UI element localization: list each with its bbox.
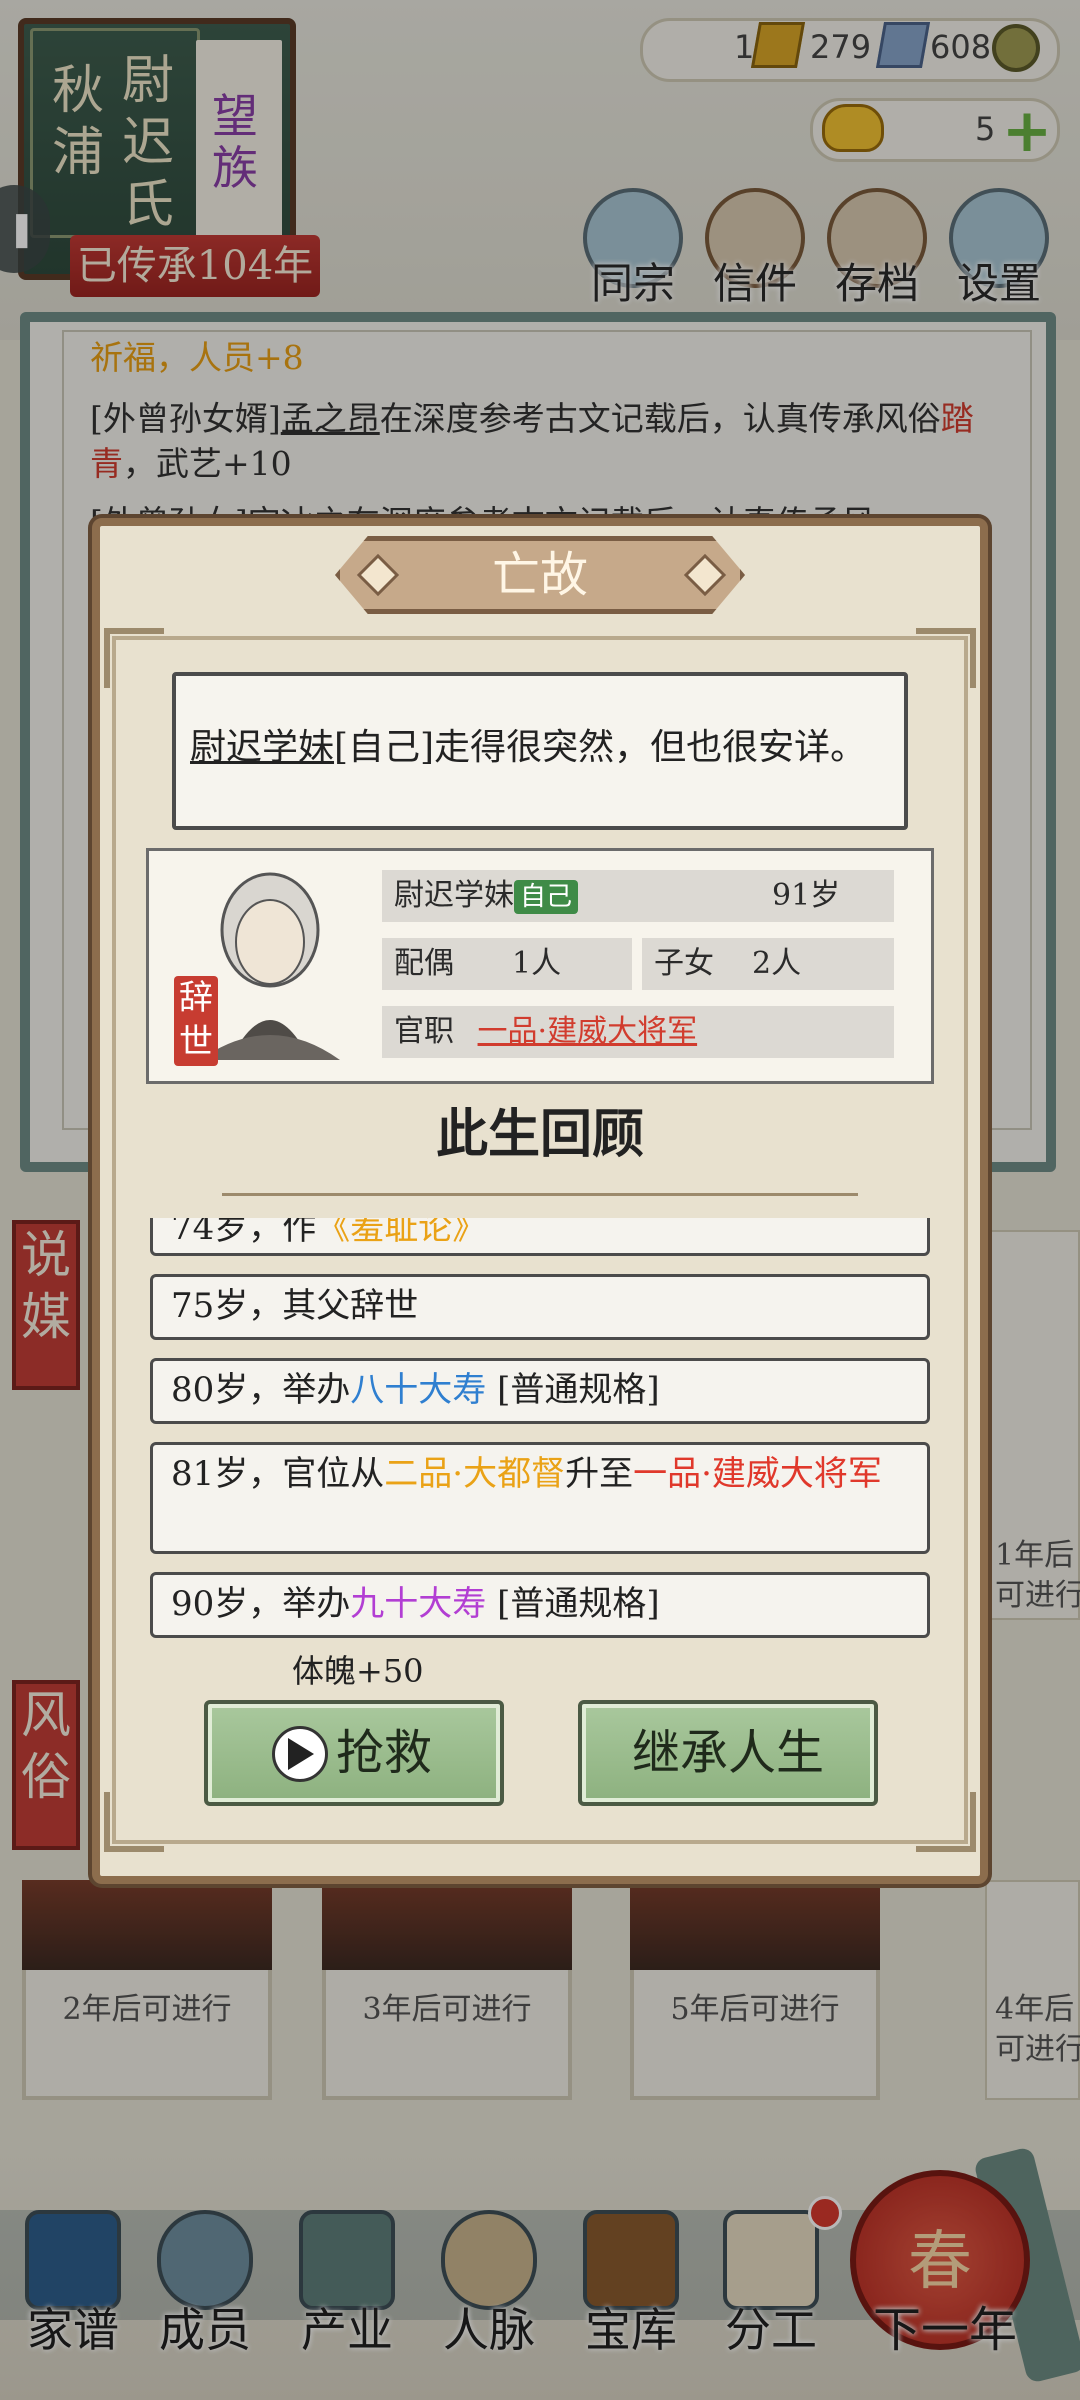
frame-corner	[104, 628, 164, 688]
spouse-label: 配偶	[394, 946, 454, 981]
children-label: 子女	[654, 946, 714, 981]
event-highlight: 八十大寿	[350, 1370, 487, 1410]
life-event-item: 81岁，官位从二品·大都督升至一品·建威大将军	[150, 1442, 930, 1554]
frame-corner	[916, 1792, 976, 1852]
self-tag: 自己	[514, 880, 579, 914]
profile-name: 尉迟学妹	[394, 878, 514, 913]
deceased-name-link[interactable]: 尉迟学妹	[190, 727, 334, 768]
attribute-bonus: 体魄+50	[292, 1652, 424, 1690]
life-event-item: 80岁，举办八十大寿 [普通规格]	[150, 1358, 930, 1424]
profile-name-row: 尉迟学妹 自己 91岁	[382, 870, 894, 922]
event-text: 81岁，官位从	[171, 1454, 385, 1494]
event-text: 80岁，举办	[171, 1370, 351, 1410]
frame-corner	[104, 1792, 164, 1852]
life-event-item: 74岁，作《羞耻论》	[150, 1218, 930, 1256]
office-row: 官职 一品·建威大将军	[382, 1006, 894, 1058]
event-highlight: 《羞耻论》	[316, 1218, 487, 1248]
inherit-life-label: 继承人生	[631, 1725, 824, 1781]
office-title-link[interactable]: 一品·建威大将军	[478, 1014, 698, 1049]
death-message: 尉迟学妹[自己]走得很突然，但也很安详。	[190, 720, 890, 776]
profile-age: 91岁	[772, 878, 841, 913]
event-highlight: 一品·建威大将军	[633, 1454, 882, 1494]
play-triangle-icon	[288, 1738, 314, 1770]
event-text: 90岁，举办	[171, 1584, 351, 1624]
spouse-row: 配偶 1人	[382, 938, 632, 990]
review-divider	[222, 1178, 858, 1196]
event-text: [普通规格]	[486, 1584, 660, 1624]
dialog-title: 亡故	[491, 547, 588, 603]
life-event-item: 75岁，其父辞世	[150, 1274, 930, 1340]
event-highlight: 九十大寿	[350, 1584, 487, 1624]
children-count: 2人	[752, 946, 802, 981]
children-row: 子女 2人	[642, 938, 894, 990]
rescue-label: 抢救	[335, 1725, 432, 1781]
office-label: 官职	[394, 1014, 454, 1049]
death-message-text: [自己]走得很突然，但也很安详。	[334, 727, 867, 768]
event-text: 升至	[565, 1454, 634, 1494]
event-text: [普通规格]	[486, 1370, 660, 1410]
spouse-count: 1人	[512, 946, 562, 981]
rescue-button[interactable]: 抢救	[204, 1700, 504, 1806]
deceased-seal: 辞世	[174, 976, 218, 1066]
event-text: 75岁，其父辞世	[171, 1286, 419, 1326]
inherit-life-button[interactable]: 继承人生	[578, 1700, 878, 1806]
life-events-list[interactable]: 74岁，作《羞耻论》 75岁，其父辞世 80岁，举办八十大寿 [普通规格] 81…	[150, 1218, 932, 1638]
event-highlight: 二品·大都督	[384, 1454, 566, 1494]
event-text: 74岁，作	[171, 1218, 317, 1248]
life-review-title: 此生回顾	[435, 1104, 644, 1165]
frame-corner	[916, 628, 976, 688]
life-event-item: 90岁，举办九十大寿 [普通规格]	[150, 1572, 930, 1638]
